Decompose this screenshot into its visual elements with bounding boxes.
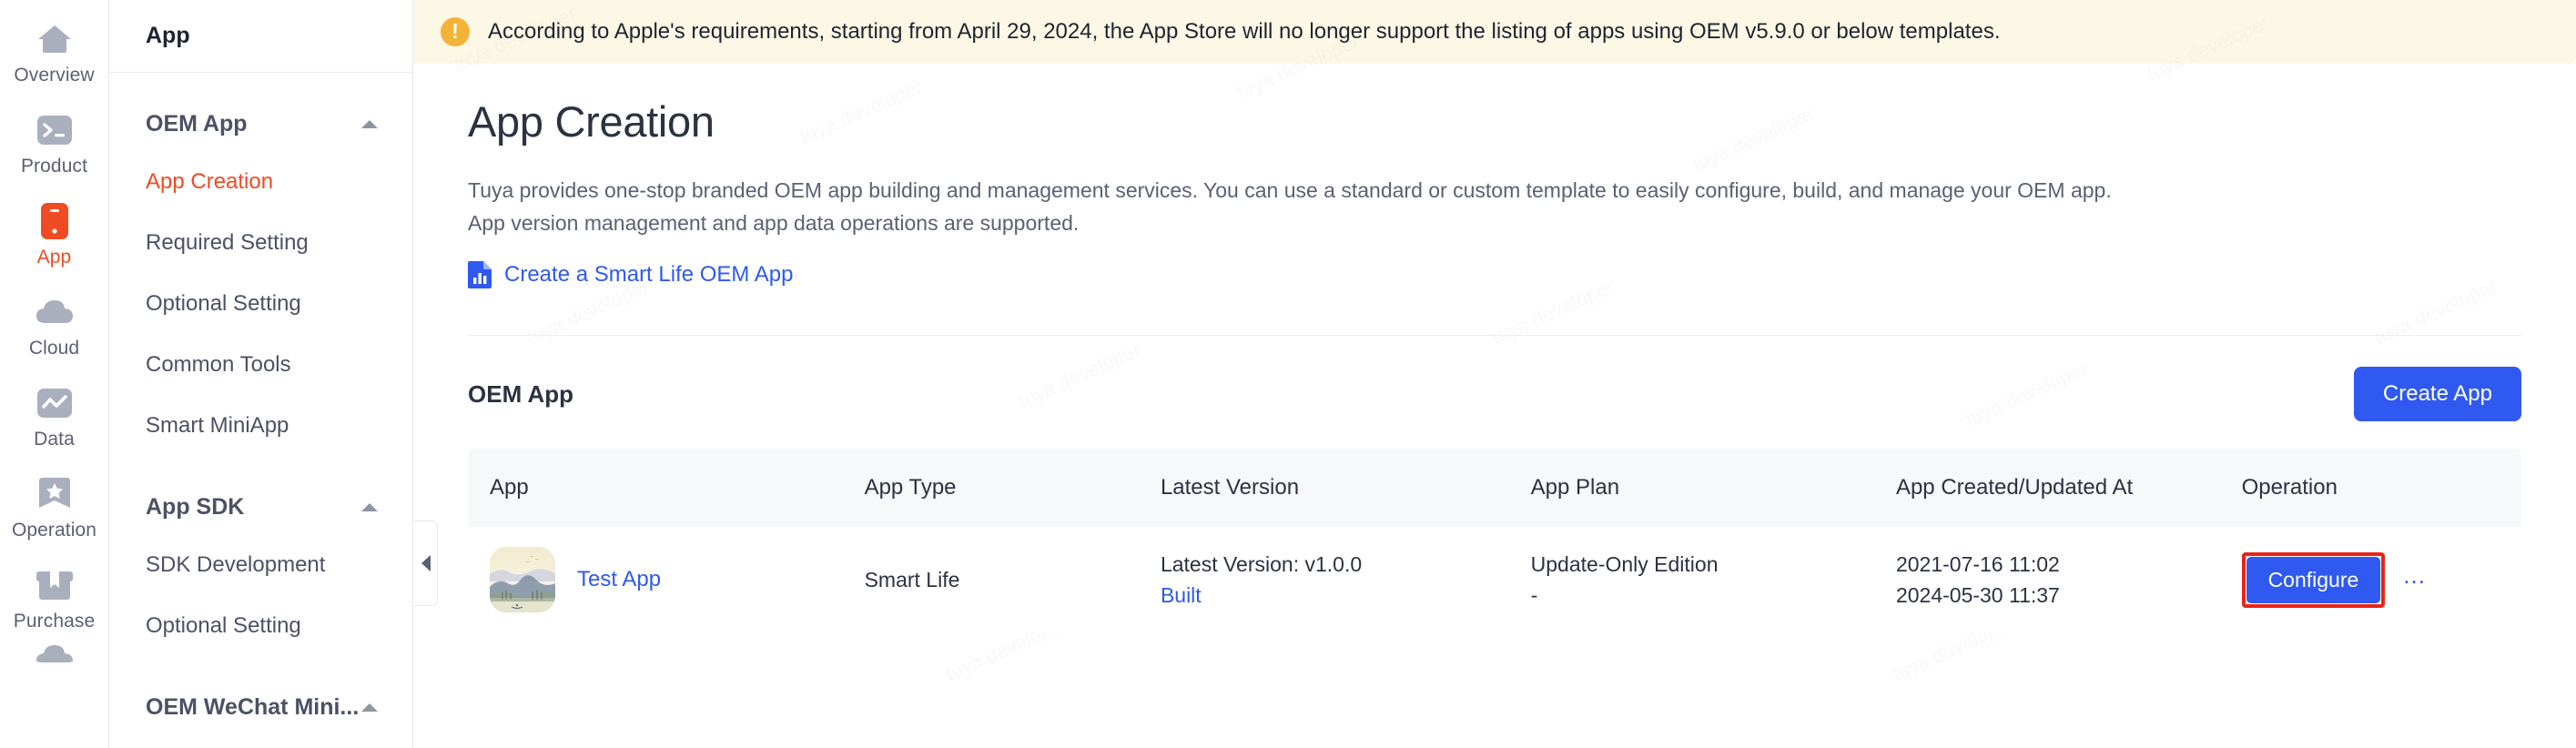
rail-label-product: Product (20, 155, 88, 177)
mobile-icon (35, 202, 74, 240)
app-plan-sub-text: - (1530, 583, 1538, 607)
box-icon (35, 566, 74, 604)
cell-created-updated: 2021-07-16 11:02 2024-05-30 11:37 (1879, 527, 2226, 632)
cell-app-plan: Update-Only Edition - (1514, 527, 1880, 632)
warning-banner-text: According to Apple's requirements, start… (488, 19, 2001, 44)
column-header-app-type: App Type (847, 449, 1144, 527)
create-smart-life-oem-app-link-label: Create a Smart Life OEM App (504, 262, 794, 287)
chevron-up-icon (361, 502, 378, 511)
section-divider (468, 335, 2521, 336)
rail-item-overview[interactable]: Overview (0, 7, 109, 98)
page-title: App Creation (468, 97, 715, 146)
configure-highlight-box: Configure (2241, 551, 2386, 608)
secondary-sidebar: App OEM App App Creation Required Settin… (109, 0, 413, 748)
table-row: Test App Smart Life Latest Version: v1.0… (468, 527, 2521, 632)
sidebar-item-label-sdk-optional-setting: Optional Setting (146, 612, 301, 638)
rail-item-partial-bottom[interactable] (0, 644, 109, 681)
rail-item-cloud[interactable]: Cloud (0, 280, 109, 371)
sidebar-group-label-app-sdk: App SDK (146, 493, 245, 520)
cell-app: Test App (468, 527, 848, 632)
document-chart-icon (468, 261, 492, 288)
sidebar-item-label-optional-setting: Optional Setting (146, 290, 301, 316)
sidebar-group-header-app-sdk[interactable]: App SDK (109, 480, 412, 534)
star-badge-icon (35, 475, 74, 513)
rail-label-operation: Operation (11, 519, 97, 541)
home-icon (35, 20, 74, 58)
sidebar-item-label-sdk-development: SDK Development (146, 551, 326, 577)
latest-version-text: Latest Version: v1.0.0 (1160, 552, 1363, 576)
column-header-app-plan: App Plan (1514, 449, 1880, 527)
chevron-up-icon (361, 119, 378, 128)
more-actions-button[interactable]: ... (2403, 563, 2426, 596)
sidebar-title: App (109, 0, 412, 73)
version-status-link[interactable]: Built (1161, 580, 1506, 611)
column-header-app: App (468, 449, 848, 527)
updated-at-text: 2024-05-30 11:37 (1895, 583, 2060, 607)
chart-icon (35, 384, 74, 422)
create-app-button[interactable]: Create App (2353, 367, 2521, 421)
app-shell: Overview Product App Cloud Data Operatio… (0, 0, 2576, 748)
app-thumbnail (490, 547, 555, 612)
rail-label-cloud: Cloud (28, 337, 80, 359)
rail-label-data: Data (34, 428, 75, 450)
cell-latest-version: Latest Version: v1.0.0 Built (1143, 527, 1515, 632)
sidebar-group-app-sdk: App SDK SDK Development Optional Setting (109, 456, 412, 656)
primary-nav-rail: Overview Product App Cloud Data Operatio… (0, 0, 109, 748)
sidebar-group-label-oem-app: OEM App (146, 110, 248, 136)
column-header-latest-version: Latest Version (1143, 449, 1515, 527)
sidebar-item-projects[interactable]: Projects (109, 734, 412, 748)
sidebar-item-sdk-optional-setting[interactable]: Optional Setting (109, 595, 412, 656)
page-content: App Creation Tuya provides one-stop bran… (413, 64, 2576, 632)
cloud-icon (35, 293, 74, 331)
sidebar-item-app-creation[interactable]: App Creation (109, 151, 412, 212)
warning-banner: ! According to Apple's requirements, sta… (413, 0, 2576, 64)
rail-item-data[interactable]: Data (0, 371, 109, 462)
create-smart-life-oem-app-link[interactable]: Create a Smart Life OEM App (468, 261, 793, 288)
rail-item-app[interactable]: App (0, 189, 109, 280)
sidebar-group-oem-app: OEM App App Creation Required Setting Op… (109, 73, 412, 456)
terminal-icon (35, 111, 74, 149)
cell-operation: Configure ... (2225, 527, 2521, 632)
column-header-app-created-updated-at: App Created/Updated At (1879, 449, 2226, 527)
cell-app-type: Smart Life (847, 527, 1144, 632)
sidebar-item-label-common-tools: Common Tools (146, 351, 291, 377)
column-header-operation: Operation (2225, 449, 2521, 527)
sidebar-item-required-setting[interactable]: Required Setting (109, 212, 412, 273)
table-body: Test App Smart Life Latest Version: v1.0… (468, 527, 2521, 632)
page-description: Tuya provides one-stop branded OEM app b… (468, 178, 2112, 235)
oem-app-section-header: OEM App Create App (468, 367, 2521, 421)
rail-item-product[interactable]: Product (0, 98, 109, 189)
table-header-row: App App Type Latest Version App Plan App… (468, 449, 2521, 527)
rail-item-operation[interactable]: Operation (0, 462, 109, 553)
app-name-link[interactable]: Test App (577, 564, 661, 595)
oem-app-table: App App Type Latest Version App Plan App… (468, 449, 2521, 632)
rail-label-purchase: Purchase (13, 610, 96, 632)
sidebar-group-header-oem-app[interactable]: OEM App (109, 96, 412, 151)
sidebar-item-common-tools[interactable]: Common Tools (109, 334, 412, 395)
configure-button[interactable]: Configure (2246, 556, 2381, 603)
sidebar-item-label-smart-miniapp: Smart MiniApp (146, 412, 289, 438)
chevron-up-icon (361, 703, 378, 712)
sidebar-item-sdk-development[interactable]: SDK Development (109, 534, 412, 595)
sidebar-item-optional-setting[interactable]: Optional Setting (109, 273, 412, 334)
sidebar-collapse-handle[interactable] (414, 521, 438, 606)
rail-label-overview: Overview (14, 64, 95, 86)
table-header: App App Type Latest Version App Plan App… (468, 449, 2521, 527)
sidebar-item-label-required-setting: Required Setting (146, 229, 309, 255)
sidebar-item-smart-miniapp[interactable]: Smart MiniApp (109, 395, 412, 456)
sidebar-group-oem-wechat-mini: OEM WeChat Mini... Projects (109, 656, 412, 748)
sidebar-group-label-oem-wechat-mini: OEM WeChat Mini... (146, 693, 360, 720)
app-plan-text: Update-Only Edition (1530, 552, 1719, 576)
sidebar-item-label-app-creation: App Creation (146, 168, 274, 194)
chevron-left-icon (421, 555, 431, 571)
section-title-oem-app: OEM App (468, 379, 574, 408)
rail-label-app: App (36, 246, 72, 268)
rail-item-purchase[interactable]: Purchase (0, 553, 109, 644)
main-content: tuya developer tuya developer tuya devel… (413, 0, 2576, 748)
sidebar-group-header-oem-wechat-mini[interactable]: OEM WeChat Mini... (109, 680, 412, 734)
warning-icon: ! (441, 17, 470, 46)
cloud-partial-icon (35, 644, 74, 666)
created-at-text: 2021-07-16 11:02 (1895, 552, 2060, 576)
